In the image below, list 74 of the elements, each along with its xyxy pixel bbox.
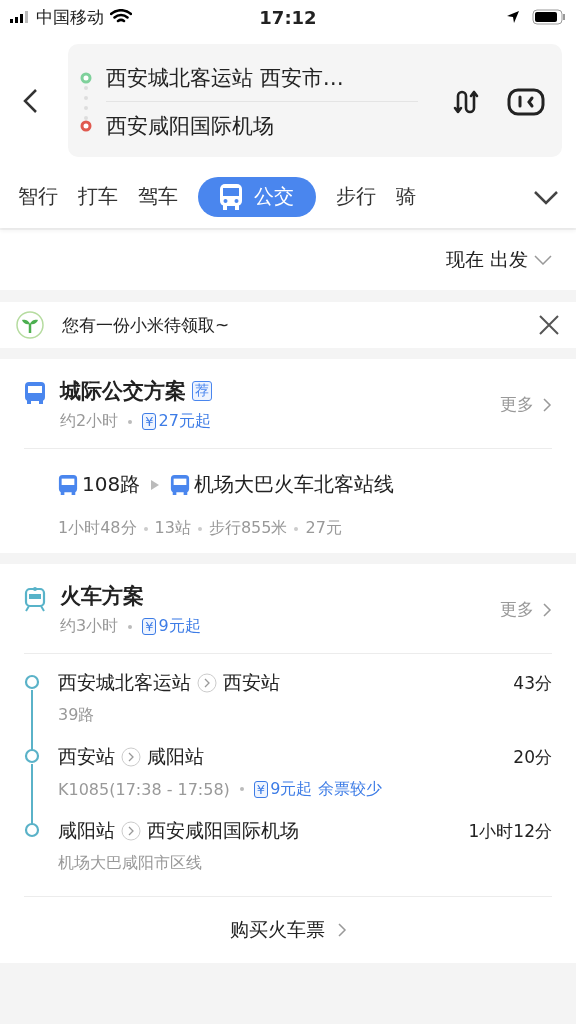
destination-dot-icon <box>80 119 92 132</box>
triangle-arrow-icon <box>150 478 161 491</box>
chevron-right-icon <box>542 396 552 413</box>
mode-tab[interactable]: 公交 <box>198 176 316 217</box>
yen-icon: ¥ <box>253 780 269 798</box>
line-detail: K1085(17:38 - 17:58) <box>58 779 230 799</box>
station-name: 西安站 <box>58 744 115 769</box>
separator-dot-icon <box>197 526 202 531</box>
separator-dot-icon <box>143 526 148 531</box>
summary-text: 步行855米 <box>208 518 288 539</box>
carrier-name: 中国移动 <box>36 5 104 29</box>
plan-title: 城际公交方案 <box>60 378 186 405</box>
bus-icon <box>58 473 78 496</box>
price-text: 9元起 <box>158 616 201 637</box>
duration-text: 43分 <box>513 671 552 695</box>
recommended-badge: 荐 <box>192 381 212 401</box>
sprout-icon <box>16 311 44 339</box>
chevron-circle-icon <box>121 821 141 841</box>
location-arrow-icon <box>506 10 520 24</box>
duration-text: 20分 <box>513 745 552 769</box>
close-button[interactable] <box>538 314 560 336</box>
yen-icon: ¥ <box>142 413 157 430</box>
promo-text: 您有一份小米待领取~ <box>62 313 231 337</box>
separator-dot-icon <box>294 526 299 531</box>
separator-dot-icon <box>128 624 133 629</box>
bus-line-name: 机场大巴火车北客站线 <box>194 471 395 498</box>
bus-icon <box>218 182 244 211</box>
chevron-circle-icon <box>197 673 217 693</box>
mode-tab[interactable]: 智行 <box>18 176 58 217</box>
mode-tab[interactable]: 驾车 <box>138 176 178 217</box>
bus-icon <box>24 381 46 405</box>
train-icon <box>24 586 46 612</box>
chevron-circle-icon <box>121 747 141 767</box>
ticket-note: 余票较少 <box>318 778 383 800</box>
destination-field[interactable]: 西安咸阳国际机场 <box>106 111 274 140</box>
station-name: 西安站 <box>223 670 280 695</box>
summary-text: 27元 <box>305 518 342 539</box>
back-icon <box>22 87 38 114</box>
duration-text: 1小时12分 <box>468 819 552 843</box>
duration-text: 约2小时 <box>60 411 119 432</box>
chevron-right-icon <box>542 601 552 618</box>
wifi-icon <box>110 9 132 25</box>
origin-field[interactable]: 西安城北客运站 西安市… <box>106 63 344 92</box>
bus-line-name: 108路 <box>82 471 141 498</box>
price-text: 27元起 <box>158 411 211 432</box>
chevron-right-icon <box>336 922 347 938</box>
plan-title: 火车方案 <box>60 583 144 610</box>
separator-dot-icon <box>239 787 244 791</box>
station-name: 咸阳站 <box>147 744 204 769</box>
departure-time-selector[interactable]: 现在 出发 <box>445 247 552 273</box>
mode-tab[interactable]: 步行 <box>336 176 376 217</box>
chevron-down-icon <box>533 188 559 205</box>
mode-tab[interactable]: 骑 <box>396 176 416 217</box>
signal-icon <box>10 11 30 23</box>
buy-train-ticket-link[interactable]: 购买火车票 <box>229 917 347 943</box>
summary-text: 13站 <box>154 518 191 539</box>
station-name: 咸阳站 <box>58 818 115 843</box>
mode-tab[interactable]: 打车 <box>78 176 118 217</box>
duration-text: 约3小时 <box>60 616 119 637</box>
origin-dot-icon <box>80 71 92 84</box>
close-icon <box>538 314 560 336</box>
station-name: 西安咸阳国际机场 <box>147 818 299 843</box>
clock-time: 17:12 <box>259 6 317 28</box>
line-detail: 39路 <box>58 704 95 726</box>
price-text: 9元起 <box>270 778 313 800</box>
summary-text: 1小时48分 <box>58 518 137 539</box>
station-name: 西安城北客运站 <box>58 670 191 695</box>
chevron-down-icon <box>534 255 552 265</box>
yen-icon: ¥ <box>142 618 157 635</box>
separator-dot-icon <box>128 419 133 424</box>
robot-face-icon <box>506 86 546 117</box>
bus-icon <box>170 473 191 496</box>
battery-icon <box>532 9 566 25</box>
line-detail: 机场大巴咸阳市区线 <box>58 852 202 874</box>
